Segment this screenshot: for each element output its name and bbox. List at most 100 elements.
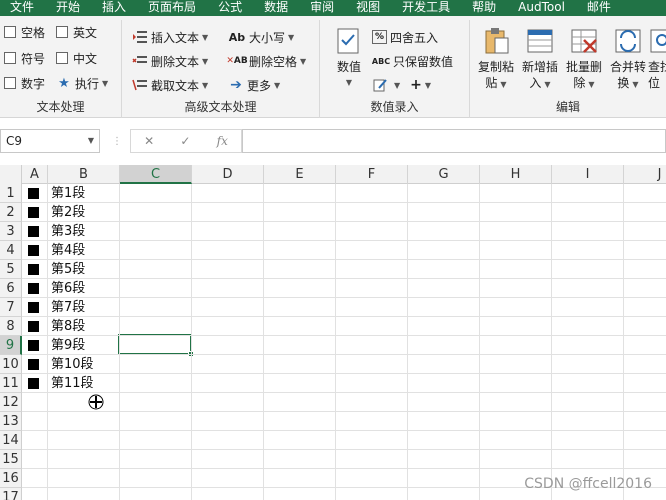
column-header-d[interactable]: D [192,165,264,184]
name-box[interactable]: C9 ▼ [0,129,100,153]
add-insert-button[interactable]: 新增插 入 ▼ [518,26,562,93]
more-button[interactable]: ➔ 更多 ▼ [228,75,280,95]
checkbox-box[interactable] [4,77,16,89]
edit-dropdown[interactable]: ▼ + ▼ [372,75,431,95]
chevron-down-icon[interactable]: ▼ [88,130,94,152]
formula-input[interactable] [242,129,666,153]
checkbox-box[interactable] [4,26,16,38]
row-header-11[interactable]: 11 [0,374,22,393]
menu-tab[interactable]: 页面布局 [137,0,207,16]
menu-tab[interactable]: 视图 [345,0,391,16]
column-header-j[interactable]: J [624,165,666,184]
cell-b10[interactable]: 第10段 [51,355,94,374]
menu-tab[interactable]: 插入 [91,0,137,16]
column-header-i[interactable]: I [552,165,624,184]
row-header-16[interactable]: 16 [0,469,22,488]
column-header-c[interactable]: C [120,165,192,184]
round-icon: % [372,30,387,44]
checkbox-number[interactable]: 数字 [4,73,45,93]
row-header-9[interactable]: 9 [0,336,22,355]
row-header-4[interactable]: 4 [0,241,22,260]
menu-tab[interactable]: 数据 [253,0,299,16]
delete-text-button[interactable]: 删除文本 ▼ [132,51,208,71]
case-button[interactable]: Ab 大小写 ▼ [228,27,294,47]
selected-cell[interactable] [118,334,192,355]
row-header-3[interactable]: 3 [0,222,22,241]
clipboard-icon [481,26,511,56]
row-header-14[interactable]: 14 [0,431,22,450]
menu-tab[interactable]: 公式 [207,0,253,16]
menu-tab[interactable]: 邮件 [576,0,622,16]
cell-b6[interactable]: 第6段 [51,279,85,298]
grid-line [47,184,48,500]
cancel-icon[interactable]: ✕ [144,134,154,148]
confirm-icon[interactable]: ✓ [180,134,190,148]
extract-text-button[interactable]: 截取文本 ▼ [132,75,208,95]
cell-b2[interactable]: 第2段 [51,203,85,222]
checkbox-box[interactable] [56,26,68,38]
cell-b8[interactable]: 第8段 [51,317,85,336]
checkbox-box[interactable] [56,52,68,64]
checkbox-symbol[interactable]: 符号 [4,48,45,68]
group-label: 数值录入 [370,100,419,114]
menu-tab[interactable]: 审阅 [299,0,345,16]
cell-b1[interactable]: 第1段 [51,184,85,203]
square-marker-icon [28,340,39,351]
cell-b4[interactable]: 第4段 [51,241,85,260]
execute-button[interactable]: ★ 执行 ▼ [56,73,108,93]
menu-tab[interactable]: 文件 [0,0,45,16]
batch-delete-button[interactable]: 批量删 除 ▼ [562,26,606,93]
column-header-b[interactable]: B [48,165,120,184]
cell-b11[interactable]: 第11段 [51,374,94,393]
menu-tab[interactable]: AudTool [507,0,576,16]
row-header-6[interactable]: 6 [0,279,22,298]
row-header-15[interactable]: 15 [0,450,22,469]
keep-value-button[interactable]: ABC 只保留数值 [372,51,453,71]
formula-bar-separator[interactable]: ⋮ [112,135,122,149]
column-header-g[interactable]: G [408,165,480,184]
checkbox-chinese[interactable]: 中文 [56,48,97,68]
plus-button[interactable]: + [410,77,422,93]
menu-bar: 文件 开始 插入 页面布局 公式 数据 审阅 视图 开发工具 帮助 AudTool 邮件 [0,0,666,16]
cell-b5[interactable]: 第5段 [51,260,85,279]
row-header-13[interactable]: 13 [0,412,22,431]
row-header-12[interactable]: 12 [0,393,22,412]
merge-icon [613,26,643,56]
abc-icon: ABC [371,56,391,66]
round-button[interactable]: % 四舍五入 [372,27,438,47]
column-header-f[interactable]: F [336,165,408,184]
column-header-a[interactable]: A [22,165,48,184]
arrow-right-icon: ➔ [230,77,242,93]
row-header-10[interactable]: 10 [0,355,22,374]
fx-icon[interactable]: fx [217,134,228,148]
checkbox-space[interactable]: 空格 [4,22,45,42]
find-locate-button[interactable]: 查找 位 [648,26,666,91]
insert-text-button[interactable]: 插入文本 ▼ [132,27,208,47]
row-header-17[interactable]: 17 [0,488,22,500]
cell-b3[interactable]: 第3段 [51,222,85,241]
menu-tab[interactable]: 开发工具 [391,0,461,16]
row-header-2[interactable]: 2 [0,203,22,222]
checkbox-box[interactable] [4,52,16,64]
cell-b9[interactable]: 第9段 [51,336,85,355]
edit-icon [372,77,388,93]
chevron-down-icon: ▼ [345,78,353,87]
select-all-corner[interactable] [0,165,22,184]
delete-space-button[interactable]: ✕ AB 删除空格 ▼ [226,51,306,71]
menu-tab[interactable]: 帮助 [461,0,507,16]
cell-b7[interactable]: 第7段 [51,298,85,317]
cells-area[interactable]: 第1段 第2段 第3段 第4段 第5段 第6段 第7段 第8段 第9段 第10段 第11段 [22,184,666,500]
square-marker-icon [28,302,39,313]
row-header-1[interactable]: 1 [0,184,22,203]
row-header-7[interactable]: 7 [0,298,22,317]
column-header-h[interactable]: H [480,165,552,184]
menu-tab[interactable]: 开始 [45,0,91,16]
copy-paste-button[interactable]: 复制粘 贴 ▼ [474,26,518,93]
grid-line [191,184,192,500]
column-header-e[interactable]: E [264,165,336,184]
value-button[interactable]: 数值 ▼ [332,26,366,91]
row-header-8[interactable]: 8 [0,317,22,336]
merge-convert-button[interactable]: 合并转 换 ▼ [606,26,650,93]
checkbox-english[interactable]: 英文 [56,22,97,42]
row-header-5[interactable]: 5 [0,260,22,279]
